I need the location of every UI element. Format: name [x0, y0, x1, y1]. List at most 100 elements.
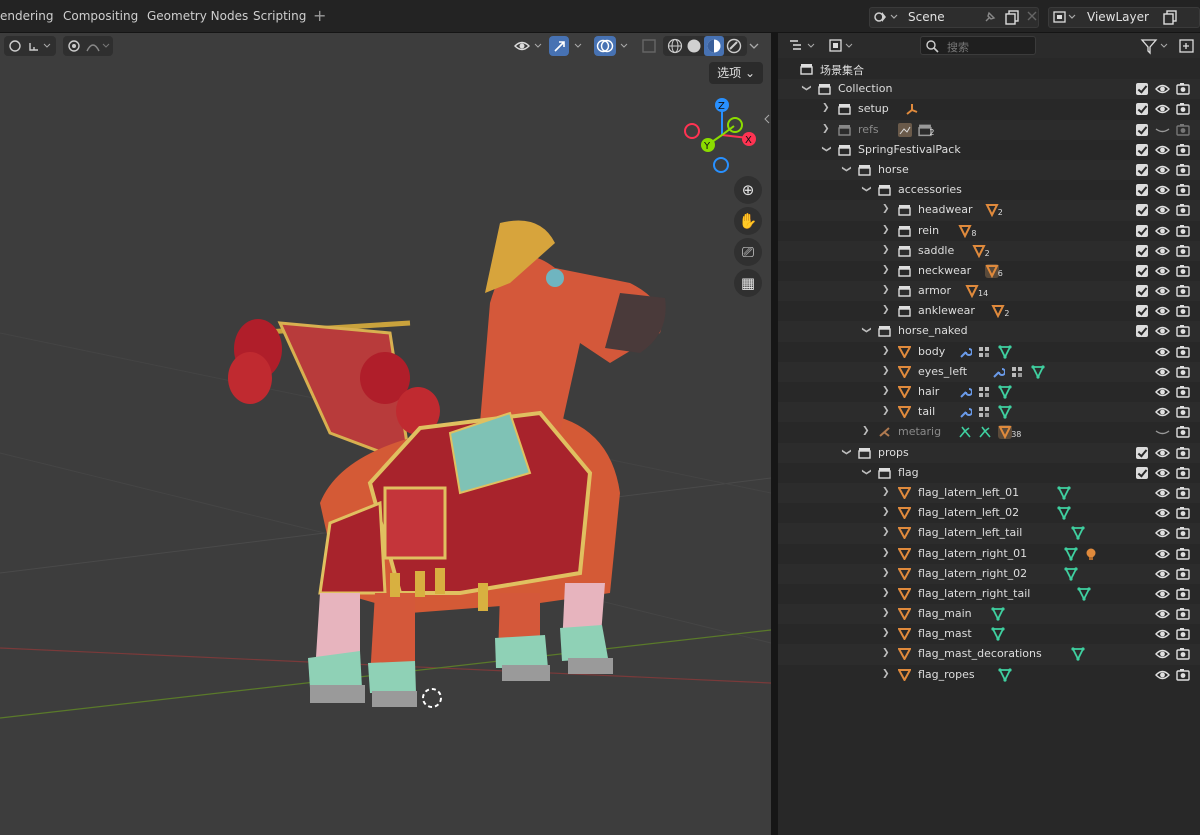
outliner-row-flag-latern-right-02[interactable]: ❯ flag_latern_right_02 [778, 563, 1200, 584]
exclude-checkbox[interactable] [1136, 305, 1148, 318]
eye-icon[interactable] [1155, 82, 1170, 96]
eye-icon[interactable] [1155, 567, 1170, 581]
eye-icon[interactable] [1155, 627, 1170, 641]
outliner-row-accessories[interactable]: ❯ accessories [778, 180, 1200, 200]
render-camera-icon[interactable] [1176, 526, 1190, 540]
modifier-icon[interactable] [978, 345, 992, 359]
eye-icon[interactable] [1155, 486, 1170, 500]
mesh-data-icon[interactable] [971, 244, 986, 258]
row-label[interactable]: horse [878, 163, 909, 176]
wrench-icon[interactable] [958, 405, 973, 419]
mesh-data-icon[interactable] [998, 425, 1013, 440]
expand-right-icon[interactable]: ❯ [882, 507, 890, 517]
exclude-checkbox[interactable] [1136, 184, 1148, 197]
expand-down-icon[interactable]: ❯ [841, 165, 851, 173]
exclude-checkbox[interactable] [1136, 285, 1148, 298]
search-input[interactable]: 搜索 [920, 36, 1036, 55]
outliner-row-flag-mast-decorations[interactable]: ❯ flag_mast_decorations [778, 644, 1200, 665]
navigation-gizmo[interactable]: Z X Y [682, 93, 762, 177]
render-camera-icon[interactable] [1176, 143, 1190, 157]
outliner-row-flag-latern-left-01[interactable]: ❯ flag_latern_left_01 [778, 482, 1200, 504]
exclude-checkbox[interactable] [1136, 264, 1148, 277]
render-camera-icon[interactable] [1176, 264, 1190, 278]
wireframe-shading-icon[interactable] [667, 38, 685, 54]
eye-icon[interactable] [1155, 647, 1170, 661]
row-label[interactable]: body [918, 345, 945, 358]
vertex-group-icon[interactable] [1077, 587, 1091, 601]
shading-dropdown-icon[interactable] [748, 40, 760, 52]
row-label[interactable]: flag_mast_decorations [918, 647, 1042, 660]
render-camera-icon[interactable] [1176, 567, 1190, 581]
eye-icon[interactable] [1155, 143, 1170, 157]
wrench-icon[interactable] [958, 385, 973, 399]
outliner-row-horse-naked[interactable]: ❯ horse_naked [778, 321, 1200, 342]
visibility-selectable-icon[interactable] [513, 38, 545, 54]
modifier-icon[interactable] [978, 405, 992, 419]
eye-icon[interactable] [1155, 547, 1170, 561]
eye-icon[interactable] [1155, 345, 1170, 359]
pin-icon[interactable] [983, 10, 997, 24]
eye-icon[interactable] [1155, 405, 1170, 419]
vertex-group-icon[interactable] [998, 385, 1012, 399]
render-camera-icon[interactable] [1176, 324, 1190, 338]
eye-closed-icon[interactable] [1155, 123, 1170, 137]
eye-icon[interactable] [1155, 224, 1170, 238]
expand-down-icon[interactable]: ❯ [841, 448, 851, 456]
tab-scripting[interactable]: Scripting [253, 9, 306, 23]
outliner-row-flag-main[interactable]: ❯ flag_main [778, 604, 1200, 625]
render-camera-icon[interactable] [1176, 163, 1190, 177]
row-label[interactable]: flag_latern_right_tail [918, 587, 1030, 600]
mesh-data-icon[interactable] [984, 263, 999, 278]
render-camera-icon[interactable] [1176, 385, 1190, 399]
mesh-data-icon[interactable] [991, 304, 1006, 319]
row-label[interactable]: hair [918, 385, 939, 398]
expand-right-icon[interactable]: ❯ [882, 346, 890, 356]
wrench-icon[interactable] [958, 345, 973, 359]
outliner-row-body[interactable]: ❯ body [778, 342, 1200, 362]
eye-icon[interactable] [1155, 324, 1170, 338]
expand-right-icon[interactable]: ❯ [882, 225, 890, 235]
outliner-row-anklewear[interactable]: ❯ anklewear 2 [778, 301, 1200, 321]
pose-icon[interactable] [978, 425, 992, 439]
row-label[interactable]: metarig [898, 425, 941, 438]
expand-right-icon[interactable]: ❯ [882, 487, 890, 497]
expand-right-icon[interactable]: ❯ [882, 568, 890, 578]
outliner-row-saddle[interactable]: ❯ saddle 2 [778, 240, 1200, 261]
outliner-row-flag-mast[interactable]: ❯ flag_mast [778, 624, 1200, 644]
exclude-checkbox[interactable] [1136, 204, 1148, 217]
outliner-row-scene-collection[interactable]: 场景集合 [778, 59, 1200, 79]
gizmo-y-label[interactable]: Y [703, 141, 711, 152]
wrench-icon[interactable] [991, 365, 1006, 379]
scene-name[interactable]: Scene [908, 10, 945, 24]
vertex-group-icon[interactable] [998, 345, 1012, 359]
scene-icon[interactable] [873, 9, 899, 25]
vertex-group-icon[interactable] [1070, 647, 1085, 662]
expand-down-icon[interactable]: ❯ [861, 468, 871, 476]
vertex-group-icon[interactable] [1057, 506, 1071, 521]
eye-icon[interactable] [1155, 244, 1170, 258]
row-label[interactable]: headwear [918, 203, 973, 216]
eye-icon[interactable] [1155, 607, 1170, 621]
vertex-group-icon[interactable] [1064, 546, 1078, 561]
exclude-checkbox[interactable] [1136, 244, 1148, 257]
expand-right-icon[interactable]: ❯ [882, 608, 890, 618]
render-camera-icon[interactable] [1176, 587, 1190, 601]
render-camera-icon[interactable] [1176, 466, 1190, 480]
outliner-row-eyes-left[interactable]: ❯ eyes_left [778, 361, 1200, 382]
modifier-icon[interactable] [978, 385, 992, 399]
outliner-row-metarig[interactable]: ❯ metarig 38 [778, 422, 1200, 442]
eye-icon[interactable] [1155, 385, 1170, 399]
outliner-row-props[interactable]: ❯ props [778, 442, 1200, 463]
row-label[interactable]: setup [858, 102, 889, 115]
row-label[interactable]: armor [918, 284, 951, 297]
expand-right-icon[interactable]: ❯ [882, 527, 890, 537]
outliner-row-armor[interactable]: ❯ armor 14 [778, 281, 1200, 302]
exclude-checkbox[interactable] [1136, 163, 1148, 176]
eye-icon[interactable] [1155, 365, 1170, 379]
sidebar-collapse-icon[interactable] [763, 113, 771, 125]
row-label[interactable]: tail [918, 405, 935, 418]
row-label[interactable]: flag_ropes [918, 668, 975, 681]
overlay-icon[interactable] [596, 38, 634, 54]
render-camera-icon[interactable] [1176, 244, 1190, 258]
outliner-row-horse[interactable]: ❯ horse [778, 159, 1200, 181]
